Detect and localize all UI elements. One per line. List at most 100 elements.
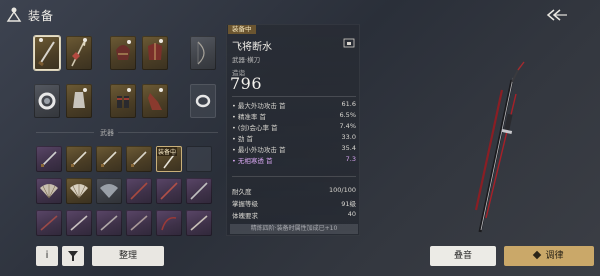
sword-icon: [100, 215, 118, 231]
stat-row-special: • 无相寒透 首 7.3: [232, 155, 356, 165]
sword-icon: [41, 151, 57, 167]
ring-icon: [38, 92, 56, 110]
stat-value: 33.0: [341, 133, 356, 141]
section-label: 武器: [100, 129, 114, 137]
stat-value: 35.4: [341, 144, 356, 152]
item-score: 796: [230, 74, 263, 93]
stat-label: • 精准率 首: [232, 113, 266, 121]
sword-icon: [70, 215, 88, 231]
inventory-item[interactable]: [156, 210, 182, 236]
stat-label: • (剑)会心率 首: [232, 124, 278, 132]
armor-icon: [148, 39, 163, 60]
equip-slot-head[interactable]: [110, 36, 136, 70]
helmet-icon: [116, 40, 131, 60]
stack-sound-button[interactable]: 叠音: [430, 246, 496, 266]
sword-icon: [131, 151, 147, 167]
fan-icon: [40, 184, 58, 199]
inventory-item[interactable]: [156, 178, 182, 204]
level-label: 掌握等级: [232, 200, 258, 208]
stat-label: • 劲 首: [232, 135, 253, 143]
bracelet-icon: [195, 94, 211, 108]
filter-icon: [68, 251, 78, 261]
inventory-empty-slot[interactable]: [186, 146, 212, 172]
filter-button[interactable]: [62, 246, 84, 266]
stat-row: • 精准率 首 6.5%: [232, 111, 356, 121]
inventory-item[interactable]: [96, 210, 122, 236]
tune-button[interactable]: 调律: [504, 246, 594, 266]
stat-value: 61.6: [341, 100, 356, 108]
equip-slot-legs[interactable]: [142, 84, 168, 118]
sword-icon: [101, 151, 117, 167]
spear-icon: [190, 182, 208, 200]
inventory-item[interactable]: [66, 210, 92, 236]
whip-icon: [161, 216, 177, 231]
equip-slot-hands[interactable]: [110, 84, 136, 118]
stat-row: • 劲 首 33.0: [232, 133, 356, 143]
lock-icon[interactable]: [343, 38, 355, 48]
info-button[interactable]: i: [36, 246, 58, 266]
inventory-item[interactable]: [36, 146, 62, 172]
inventory-item[interactable]: [186, 210, 212, 236]
tune-label: 调律: [545, 251, 564, 261]
item-type: 武器·横刀: [232, 56, 261, 64]
sword-icon: [130, 215, 148, 231]
stat-label: • 最大外功攻击 首: [232, 102, 286, 110]
gauntlet-icon: [117, 88, 131, 108]
inventory-item[interactable]: [66, 146, 92, 172]
inventory-item[interactable]: [66, 178, 92, 204]
fan-icon: [100, 184, 118, 198]
sword-icon: [190, 215, 208, 231]
divider: [232, 96, 356, 97]
equip-slot-body[interactable]: [142, 36, 168, 70]
stat-row: • 最大外功攻击 首 61.6: [232, 100, 356, 110]
sword-icon: [38, 38, 55, 67]
durability-value: 100/100: [328, 186, 356, 194]
stat-value: 7.4%: [339, 122, 356, 130]
stat-value: 6.5%: [339, 111, 356, 119]
stat-label: • 无相寒透 首: [232, 157, 273, 165]
item-name: 飞将断水: [232, 42, 272, 53]
bow-icon: [197, 41, 205, 65]
spear-icon: [71, 38, 87, 67]
equip-slot-offhand[interactable]: [66, 36, 92, 70]
equip-slot-bow[interactable]: [190, 36, 216, 70]
spear-icon: [130, 182, 148, 200]
equip-slot-amulet[interactable]: [66, 84, 92, 118]
divider: [232, 176, 356, 177]
boots-icon: [148, 88, 163, 110]
inventory-item[interactable]: [96, 146, 122, 172]
refine-hint: 精炼四阶·装备时属性加成已+10: [230, 224, 358, 234]
back-icon[interactable]: [546, 8, 568, 22]
inventory-item[interactable]: [126, 178, 152, 204]
stat-value: 7.3: [345, 155, 356, 163]
fan-icon: [70, 184, 88, 199]
inventory-item[interactable]: [36, 178, 62, 204]
weapon-preview: [474, 61, 525, 233]
requirement-label: 体魄要求: [232, 212, 258, 220]
stat-label: • 最小外功攻击 首: [232, 146, 286, 154]
equipped-tag: 装备中: [157, 147, 178, 156]
sort-button[interactable]: 整理: [92, 246, 164, 266]
inventory-item[interactable]: [126, 146, 152, 172]
stat-row: • 最小外功攻击 首 35.4: [232, 144, 356, 154]
level-value: 91级: [341, 200, 356, 208]
page-title: 装备: [28, 9, 55, 23]
equip-slot-ring[interactable]: [34, 84, 60, 118]
section-divider: [118, 132, 218, 133]
sword-icon: [71, 151, 87, 167]
equip-slot-weapon[interactable]: [34, 36, 60, 70]
inventory-item[interactable]: [126, 210, 152, 236]
equipped-badge: 装备中: [228, 25, 256, 34]
stat-row: • (剑)会心率 首 7.4%: [232, 122, 356, 132]
spear-icon: [160, 182, 178, 200]
requirement-value: 40: [347, 210, 356, 218]
durability-label: 耐久度: [232, 188, 252, 196]
equip-slot-accessory[interactable]: [190, 84, 216, 118]
section-divider: [36, 132, 94, 133]
inventory-item[interactable]: [96, 178, 122, 204]
inventory-item-equipped[interactable]: 装备中: [156, 146, 182, 172]
diamond-icon: [533, 250, 542, 260]
inventory-item[interactable]: [186, 178, 212, 204]
sword-icon: [40, 215, 58, 231]
inventory-item[interactable]: [36, 210, 62, 236]
